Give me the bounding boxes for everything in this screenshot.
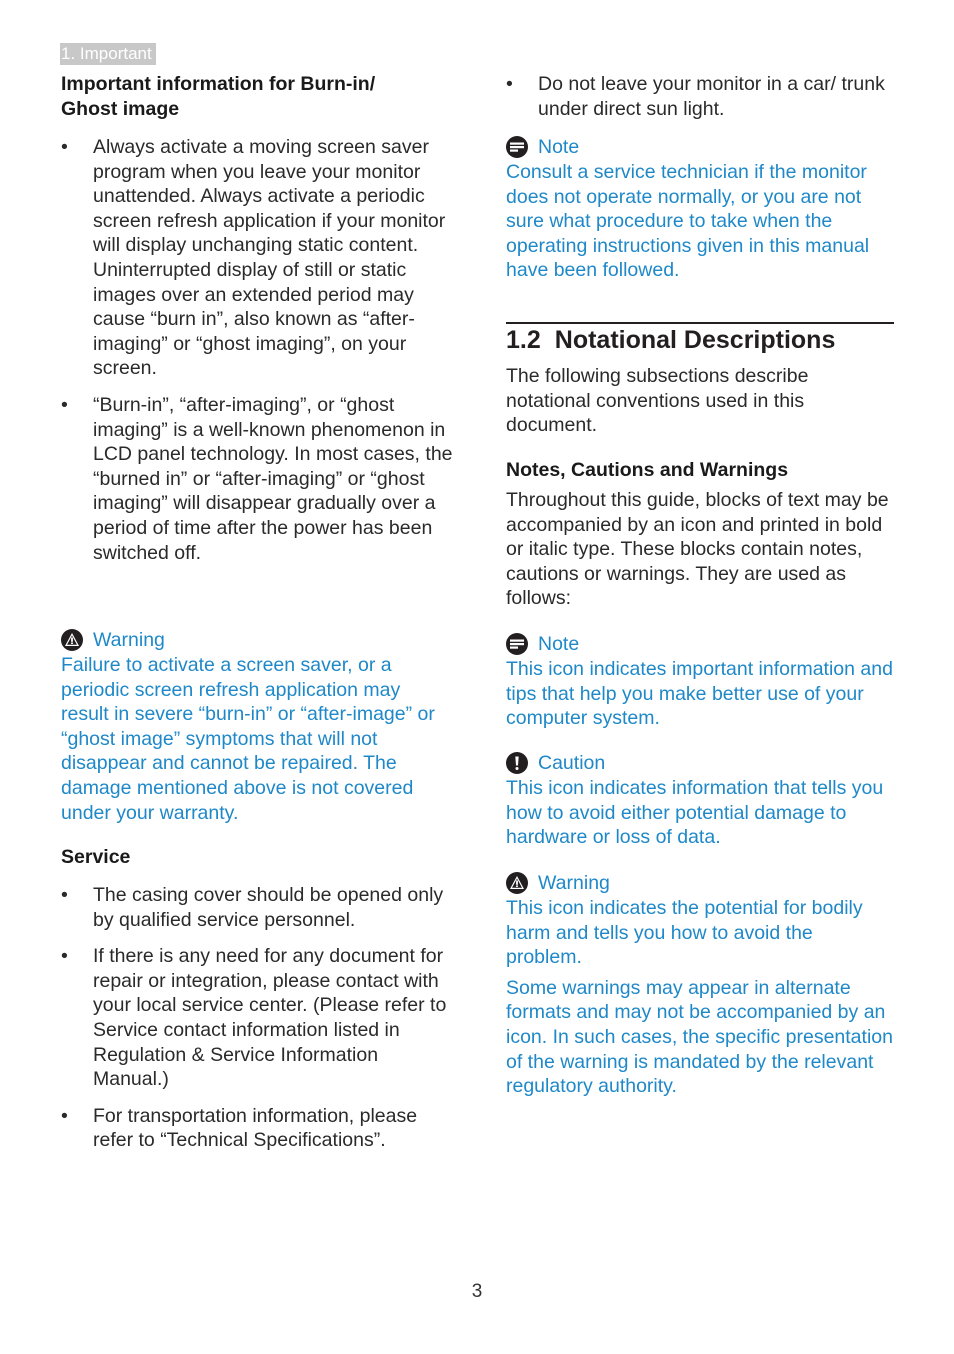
warning-callout-definition: Warning This icon indicates the potentia… — [506, 871, 894, 1099]
note-title-row: Note — [506, 632, 894, 656]
warning-title-row: Warning — [506, 871, 894, 895]
service-bullet-list: • The casing cover should be opened only … — [61, 883, 453, 1153]
bullet-icon: • — [61, 393, 68, 416]
list-item: • Always activate a moving screen saver p… — [61, 136, 446, 380]
ncw-intro: Throughout this guide, blocks of text ma… — [506, 489, 889, 610]
warning-title-row: Warning — [61, 628, 453, 652]
caution-definition-text: This icon indicates information that tel… — [506, 777, 884, 849]
list-item: • Do not leave your monitor in a car/ tru… — [506, 73, 885, 120]
note-icon — [506, 136, 528, 158]
service-heading: Service — [61, 846, 131, 868]
warning-title: Warning — [93, 629, 165, 651]
warning-title: Warning — [538, 872, 610, 894]
note-callout-definition: Note This icon indicates important infor… — [506, 632, 894, 731]
page-number: 3 — [471, 1281, 483, 1302]
warning-triangle-icon — [61, 629, 83, 651]
warning-callout: Warning Failure to activate a screen sav… — [61, 628, 453, 825]
note-definition-text: This icon indicates important informatio… — [506, 658, 893, 730]
caution-title-row: Caution — [506, 751, 894, 775]
list-item: • For transportation information, please … — [61, 1104, 418, 1152]
bullet-icon: • — [61, 136, 68, 158]
burnin-heading: Important information for Burn-in/ Ghost… — [61, 73, 376, 120]
note-title: Note — [538, 633, 580, 655]
caution-callout-definition: Caution This icon indicates information … — [506, 751, 894, 850]
note-text: Consult a service technician if the moni… — [506, 161, 870, 282]
list-item: • The casing cover should be opened only … — [61, 884, 444, 931]
section-heading: 1.2 Notational Descriptions — [506, 322, 894, 355]
bullet-icon: • — [61, 884, 68, 906]
list-item: • “Burn-in”, “after-imaging”, or “ghost i… — [61, 393, 453, 564]
bullet-icon: • — [506, 73, 513, 95]
warning-definition-text: This icon indicates the potential for bo… — [506, 897, 863, 969]
warning-triangle-icon — [506, 872, 528, 894]
section-intro: The following subsections describe notat… — [506, 365, 809, 437]
ncw-heading: Notes, Cautions and Warnings — [506, 459, 789, 481]
top-bullet-list: • Do not leave your monitor in a car/ tru… — [506, 72, 894, 121]
list-item: • If there is any need for any document f… — [61, 945, 447, 1091]
caution-title: Caution — [538, 752, 606, 774]
bullet-icon: • — [61, 945, 68, 968]
section-tag: 1. Important — [60, 43, 156, 65]
caution-icon — [506, 752, 528, 774]
burnin-bullet-list: • Always activate a moving screen saver p… — [61, 135, 453, 565]
note-title-row: Note — [506, 135, 894, 159]
section-title: Notational Descriptions — [554, 326, 836, 354]
bullet-icon: • — [61, 1104, 68, 1127]
warning-text: Failure to activate a screen saver, or a… — [61, 654, 435, 824]
note-callout: Note Consult a service technician if the… — [506, 135, 894, 283]
section-number: 1.2 — [506, 326, 541, 354]
note-icon — [506, 633, 528, 655]
note-title: Note — [538, 136, 580, 158]
warning-closing-text: Some warnings may appear in alternate fo… — [506, 976, 893, 1098]
